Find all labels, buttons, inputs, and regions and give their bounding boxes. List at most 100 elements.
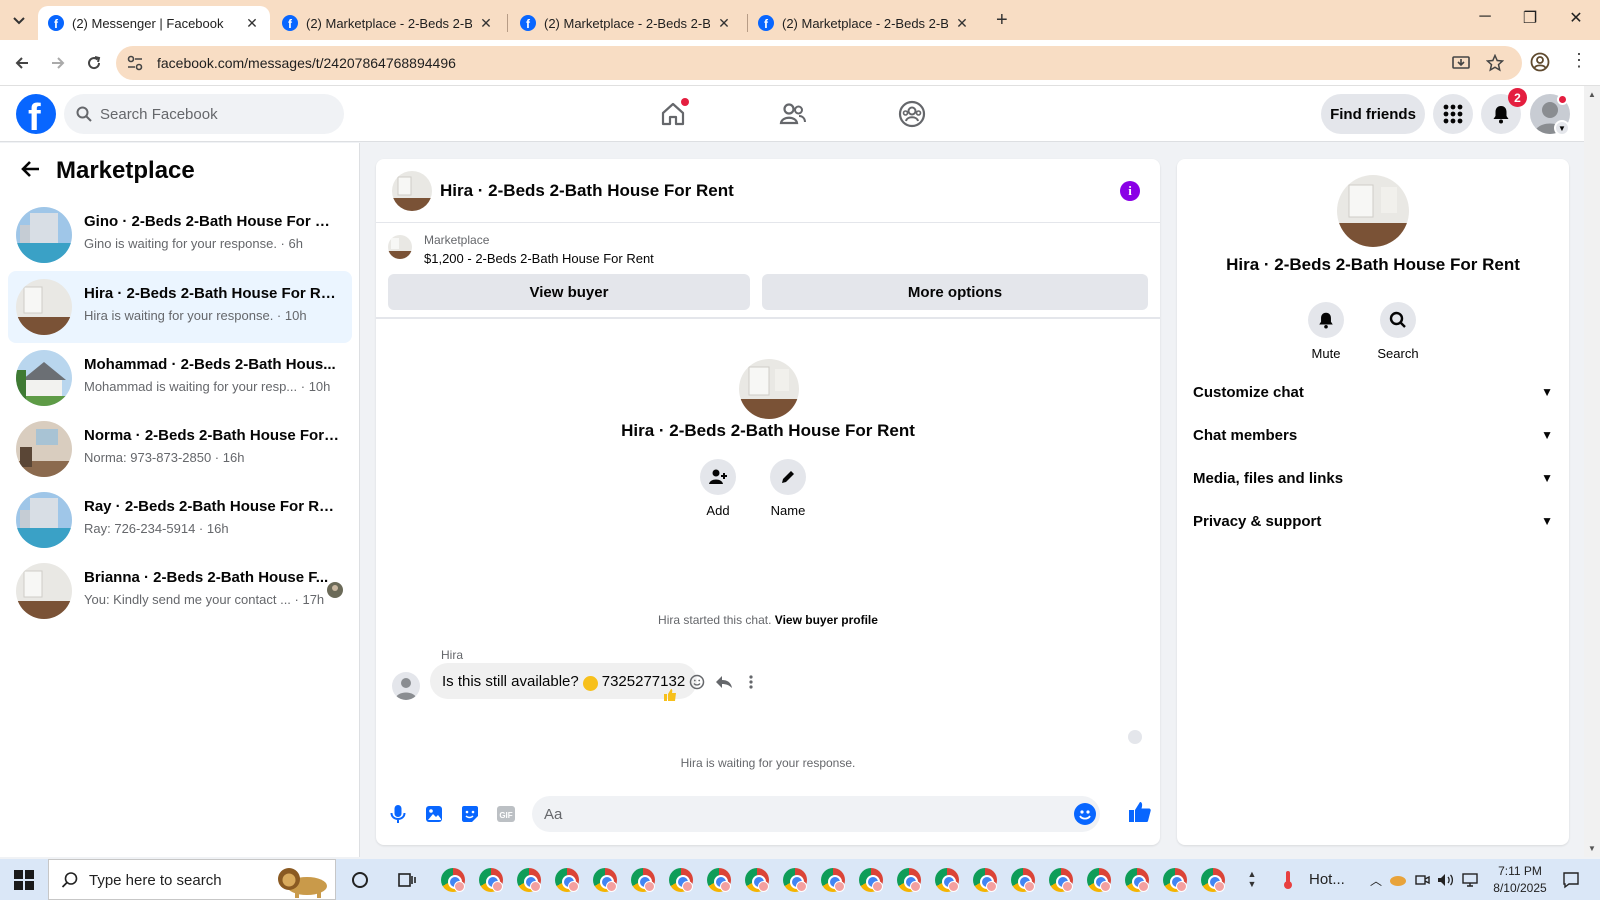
chrome-taskbar-icon[interactable]: [973, 868, 997, 892]
chrome-taskbar-icon[interactable]: [1011, 868, 1035, 892]
close-tab-icon[interactable]: ✕: [478, 15, 494, 32]
chat-avatar[interactable]: [392, 171, 432, 211]
browser-tab-marketplace-1[interactable]: f (2) Marketplace - 2-Beds 2-Bath ✕: [272, 6, 504, 40]
tray-app-icon[interactable]: [1386, 868, 1410, 892]
more-options-button[interactable]: More options: [762, 274, 1148, 310]
tab-list-icon[interactable]: [8, 10, 30, 32]
system-clock[interactable]: 7:11 PM 8/10/2025: [1488, 863, 1552, 897]
browser-tab-marketplace-3[interactable]: f (2) Marketplace - 2-Beds 2-Bath ✕: [748, 6, 980, 40]
install-app-icon[interactable]: [1452, 54, 1470, 77]
chrome-taskbar-icon[interactable]: [669, 868, 693, 892]
chat-title[interactable]: Hira · 2-Beds 2-Bath House For Rent: [440, 181, 734, 201]
more-vertical-icon[interactable]: [741, 672, 761, 692]
message-bubble[interactable]: Is this still available? 7325277132: [430, 663, 698, 699]
conversation-item[interactable]: Ray · 2-Beds 2-Bath House For Rent Ray: …: [8, 484, 352, 556]
search-chat-action[interactable]: Search: [1368, 302, 1428, 361]
chrome-taskbar-icon[interactable]: [1163, 868, 1187, 892]
chrome-taskbar-icon[interactable]: [1201, 868, 1225, 892]
windows-start-icon[interactable]: [14, 870, 34, 895]
close-tab-icon[interactable]: ✕: [244, 15, 260, 32]
conversation-item[interactable]: Brianna · 2-Beds 2-Bath House F... You: …: [8, 555, 352, 627]
emoji-picker-icon[interactable]: [1074, 803, 1096, 825]
task-view-icon[interactable]: [395, 868, 419, 892]
chrome-taskbar-icon[interactable]: [631, 868, 655, 892]
browser-profile-icon[interactable]: [1530, 52, 1550, 77]
name-chat-action[interactable]: Name: [758, 459, 818, 518]
chrome-taskbar-icon[interactable]: [783, 868, 807, 892]
page-scrollbar[interactable]: ▲ ▼: [1584, 86, 1600, 857]
view-buyer-button[interactable]: View buyer: [388, 274, 750, 310]
details-avatar[interactable]: [1337, 175, 1409, 247]
omnibox[interactable]: facebook.com/messages/t/2420786476889449…: [116, 46, 1522, 80]
window-close-icon[interactable]: ✕: [1561, 8, 1591, 28]
cortana-icon[interactable]: [348, 868, 372, 892]
privacy-support-section[interactable]: Privacy & support ▼: [1193, 501, 1553, 541]
chat-members-section[interactable]: Chat members ▼: [1193, 415, 1553, 455]
pencil-icon[interactable]: [770, 459, 806, 495]
chrome-taskbar-icon[interactable]: [441, 868, 465, 892]
conversation-item[interactable]: Mohammad · 2-Beds 2-Bath Hous... Mohamma…: [8, 342, 352, 414]
chrome-taskbar-icon[interactable]: [1049, 868, 1073, 892]
network-icon[interactable]: [1458, 868, 1482, 892]
chrome-taskbar-icon[interactable]: [479, 868, 503, 892]
chrome-taskbar-icon[interactable]: [1087, 868, 1111, 892]
groups-nav-icon[interactable]: [896, 98, 928, 130]
reply-icon[interactable]: [714, 672, 734, 692]
conversation-item[interactable]: Gino · 2-Beds 2-Bath House For Re... Gin…: [8, 199, 352, 271]
show-hidden-icons-chevron-icon[interactable]: ︿: [1364, 868, 1388, 892]
chrome-taskbar-icon[interactable]: [745, 868, 769, 892]
site-settings-icon[interactable]: [126, 54, 144, 77]
minimize-icon[interactable]: ─: [1470, 8, 1500, 26]
like-thumbs-up-icon[interactable]: [1128, 800, 1152, 824]
close-tab-icon[interactable]: ✕: [954, 15, 970, 32]
chrome-taskbar-icon[interactable]: [555, 868, 579, 892]
bell-icon[interactable]: [1308, 302, 1344, 338]
conversation-item[interactable]: Hira · 2-Beds 2-Bath House For Rent Hira…: [8, 271, 352, 343]
facebook-search[interactable]: [64, 94, 344, 134]
mute-action[interactable]: Mute: [1296, 302, 1356, 361]
browser-menu-icon[interactable]: ⋮: [1570, 50, 1588, 71]
bookmark-star-icon[interactable]: [1485, 53, 1505, 77]
reload-icon[interactable]: [82, 51, 106, 75]
chrome-taskbar-icon[interactable]: [707, 868, 731, 892]
message-input[interactable]: [544, 796, 1064, 832]
chevron-down-icon[interactable]: ▼: [1554, 120, 1570, 136]
gif-icon[interactable]: GIF: [494, 802, 518, 826]
browser-tab-marketplace-2[interactable]: f (2) Marketplace - 2-Beds 2-Bath ✕: [510, 6, 742, 40]
react-smiley-icon[interactable]: [687, 672, 707, 692]
scroll-up-icon[interactable]: ▲: [1588, 90, 1596, 99]
new-tab-button[interactable]: +: [996, 9, 1008, 32]
weather-text[interactable]: Hot...: [1309, 871, 1345, 888]
conversation-item[interactable]: Norma · 2-Beds 2-Bath House For ... Norm…: [8, 413, 352, 485]
chrome-taskbar-icon[interactable]: [517, 868, 541, 892]
scroll-down-icon[interactable]: ▼: [1588, 844, 1596, 853]
chrome-taskbar-icon[interactable]: [859, 868, 883, 892]
search-input[interactable]: [100, 94, 330, 134]
photo-icon[interactable]: [422, 802, 446, 826]
chrome-taskbar-icon[interactable]: [1125, 868, 1149, 892]
friends-nav-icon[interactable]: [777, 98, 809, 130]
chrome-taskbar-icon[interactable]: [821, 868, 845, 892]
info-icon[interactable]: i: [1120, 181, 1140, 201]
add-person-icon[interactable]: [700, 459, 736, 495]
volume-icon[interactable]: [1434, 868, 1458, 892]
find-friends-button[interactable]: Find friends: [1321, 94, 1425, 134]
taskbar-search[interactable]: Type here to search: [48, 859, 336, 900]
media-files-links-section[interactable]: Media, files and links ▼: [1193, 458, 1553, 498]
view-buyer-profile-link[interactable]: View buyer profile: [775, 613, 878, 627]
listing-price-title[interactable]: $1,200 - 2-Beds 2-Bath House For Rent: [424, 251, 654, 266]
add-people-action[interactable]: Add: [688, 459, 748, 518]
back-arrow-icon[interactable]: [20, 157, 40, 185]
meet-now-icon[interactable]: [1410, 868, 1434, 892]
sticker-icon[interactable]: [458, 802, 482, 826]
taskbar-scroll-arrows-icon[interactable]: ▲ ▼: [1240, 861, 1264, 897]
search-icon[interactable]: [1380, 302, 1416, 338]
weather-thermometer-icon[interactable]: [1276, 868, 1300, 892]
chrome-taskbar-icon[interactable]: [593, 868, 617, 892]
chrome-taskbar-icon[interactable]: [935, 868, 959, 892]
close-tab-icon[interactable]: ✕: [716, 15, 732, 32]
thumbs-up-reaction-icon[interactable]: [663, 688, 677, 705]
message-composer[interactable]: [532, 796, 1100, 832]
browser-tab-messenger[interactable]: f (2) Messenger | Facebook ✕: [38, 6, 270, 40]
facebook-logo-icon[interactable]: f: [16, 94, 56, 134]
